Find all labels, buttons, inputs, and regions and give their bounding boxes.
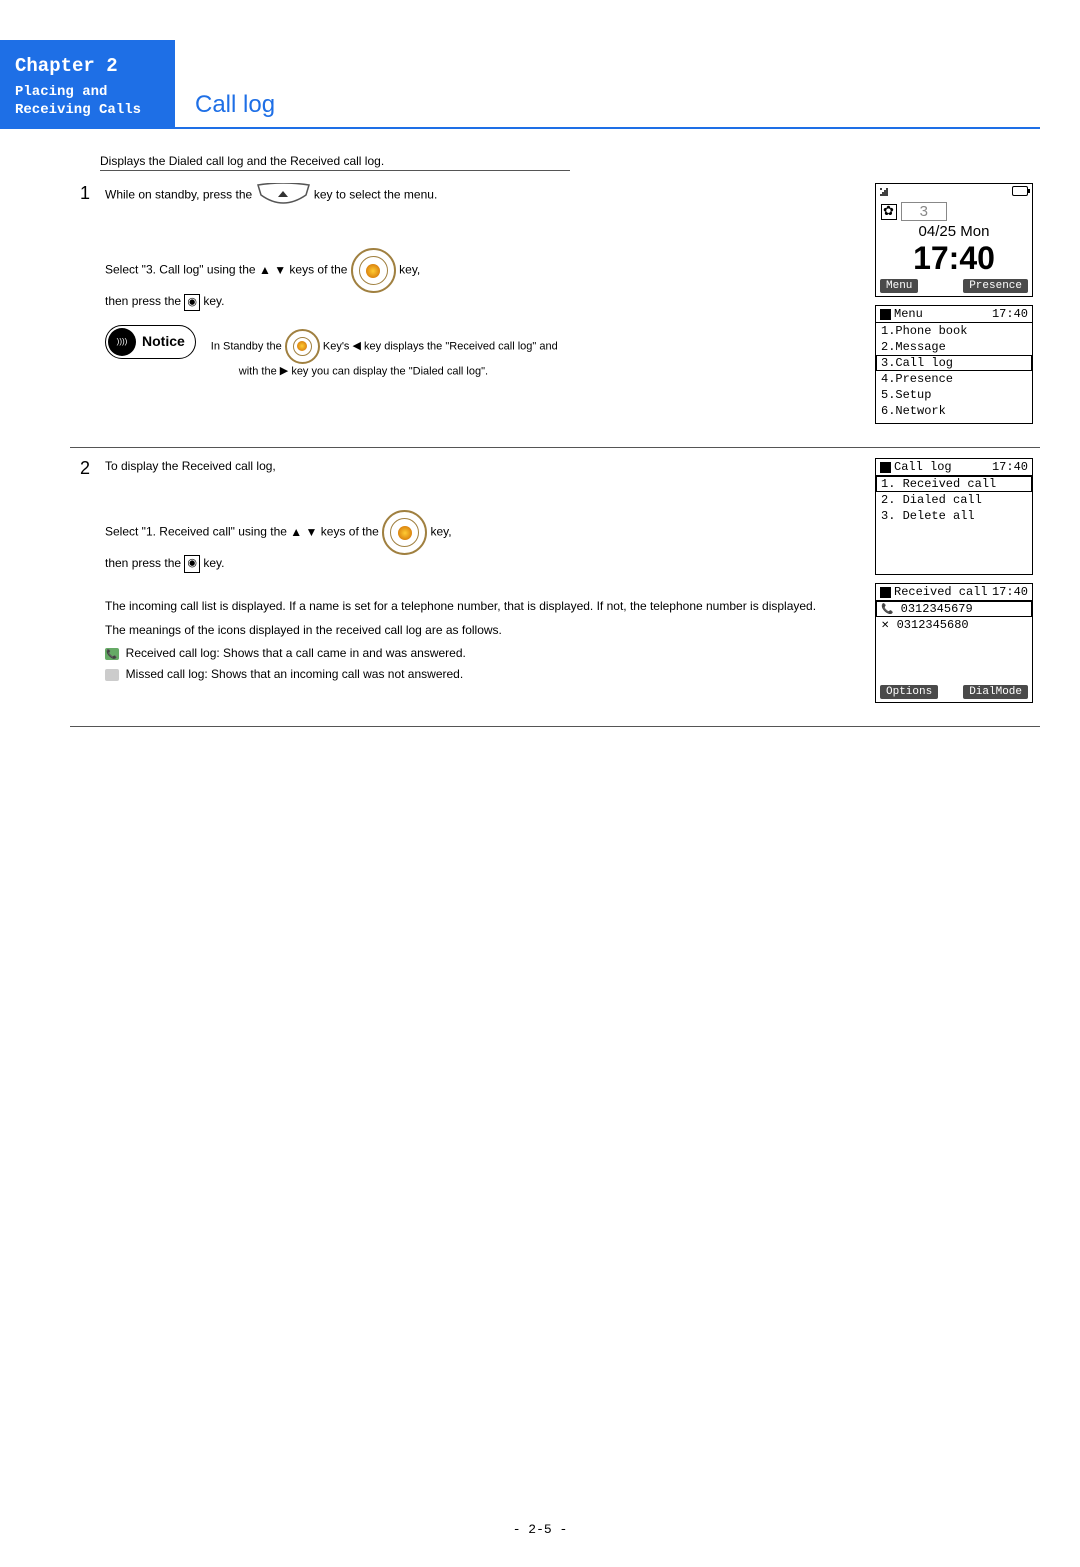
notice-text: key you can display the "Dialed call log… bbox=[291, 366, 488, 378]
left-triangle-icon: ◀ bbox=[353, 339, 361, 354]
menu-item: 4.Presence bbox=[876, 371, 1032, 387]
down-key-icon bbox=[256, 183, 311, 208]
step2-text: key. bbox=[203, 556, 224, 570]
center-key-icon: ◉ bbox=[184, 294, 200, 311]
page-number: - 2-5 - bbox=[0, 1522, 1080, 1537]
chapter-title: Chapter 2 bbox=[15, 55, 150, 77]
softkey-dialmode: DialMode bbox=[963, 685, 1028, 699]
intro-text: Displays the Dialed call log and the Rec… bbox=[100, 154, 570, 171]
step1-text: key to select the menu. bbox=[314, 188, 437, 202]
menu-title: Menu bbox=[894, 307, 923, 321]
received-call-icon: 📞 bbox=[105, 648, 119, 660]
menu-item-selected: 1. Received call bbox=[876, 476, 1032, 492]
step1-text: key. bbox=[203, 294, 224, 308]
keypad-icon bbox=[382, 510, 427, 555]
step2-para: The incoming call list is displayed. If … bbox=[105, 598, 860, 615]
down-triangle-icon: ▼ bbox=[306, 524, 318, 541]
section-title-bar: Call log bbox=[175, 40, 1040, 129]
menu-time: 17:40 bbox=[992, 307, 1028, 321]
notice-text: with the bbox=[239, 366, 277, 378]
step-1-row: 1 While on standby, press the key to sel… bbox=[70, 173, 1040, 448]
notice-icon: )))) bbox=[108, 328, 136, 356]
up-triangle-icon: ▲ bbox=[290, 524, 302, 541]
step2-text: then press the bbox=[105, 556, 181, 570]
step2-text: Select "1. Received call" using the bbox=[105, 525, 287, 539]
screen-title: Received call bbox=[894, 585, 988, 599]
chapter-header-block: Chapter 2 Placing and Receiving Calls bbox=[0, 40, 175, 129]
menu-item: 6.Network bbox=[876, 403, 1032, 419]
gear-icon bbox=[881, 204, 897, 220]
step-number: 2 bbox=[70, 448, 100, 726]
step-number: 1 bbox=[70, 173, 100, 447]
step1-text: Select "3. Call log" using the bbox=[105, 263, 256, 277]
step1-text: While on standby, press the bbox=[105, 188, 252, 202]
step1-text: key, bbox=[399, 263, 420, 277]
step1-text: keys of the bbox=[289, 263, 347, 277]
step2-para: The meanings of the icons displayed in t… bbox=[105, 622, 860, 639]
softkey-menu: Menu bbox=[880, 279, 918, 293]
badge-number: 3 bbox=[901, 202, 947, 221]
step2-text: key, bbox=[430, 525, 451, 539]
calllog-screen: Call log 17:40 1. Received call 2. Diale… bbox=[875, 458, 1033, 575]
center-key-icon: ◉ bbox=[184, 555, 200, 572]
menu-item: 5.Setup bbox=[876, 387, 1032, 403]
keypad-icon bbox=[351, 248, 396, 293]
notice-text: Key's bbox=[323, 340, 350, 352]
menu-item: 1.Phone book bbox=[876, 323, 1032, 339]
bullet-text: Received call log: Shows that a call cam… bbox=[126, 646, 466, 660]
battery-icon bbox=[1012, 186, 1028, 196]
missed-call-icon bbox=[105, 669, 119, 681]
up-triangle-icon: ▲ bbox=[259, 262, 271, 279]
date-text: 04/25 Mon bbox=[876, 223, 1032, 240]
step2-text: keys of the bbox=[321, 525, 379, 539]
notice-text: key displays the "Received call log" and bbox=[364, 340, 558, 352]
bullet-text: Missed call log: Shows that an incoming … bbox=[126, 667, 464, 681]
list-item: ✕ 0312345680 bbox=[876, 617, 1032, 633]
step1-text: then press the bbox=[105, 294, 181, 308]
list-item-selected: 📞 0312345679 bbox=[876, 601, 1032, 617]
keypad-icon bbox=[285, 329, 320, 364]
menu-item: 2.Message bbox=[876, 339, 1032, 355]
notice-label: Notice bbox=[142, 332, 185, 352]
screen-time: 17:40 bbox=[992, 460, 1028, 474]
section-title: Call log bbox=[195, 91, 275, 119]
step2-text: To display the Received call log, bbox=[105, 458, 860, 475]
menu-screen: Menu 17:40 1.Phone book 2.Message 3.Call… bbox=[875, 305, 1033, 424]
menu-item: 3. Delete all bbox=[876, 508, 1032, 524]
screen-time: 17:40 bbox=[992, 585, 1028, 599]
screen-title: Call log bbox=[894, 460, 952, 474]
softkey-options: Options bbox=[880, 685, 938, 699]
menu-item-selected: 3.Call log bbox=[876, 355, 1032, 371]
notice-badge: )))) Notice bbox=[105, 325, 196, 359]
right-triangle-icon: ▶ bbox=[280, 364, 288, 379]
step-2-row: 2 To display the Received call log, Sele… bbox=[70, 448, 1040, 727]
menu-item: 2. Dialed call bbox=[876, 492, 1032, 508]
standby-screen: 3 04/25 Mon 17:40 Menu Presence bbox=[875, 183, 1033, 297]
time-text: 17:40 bbox=[876, 240, 1032, 277]
softkey-presence: Presence bbox=[963, 279, 1028, 293]
down-triangle-icon: ▼ bbox=[274, 262, 286, 279]
chapter-subtitle: Placing and Receiving Calls bbox=[15, 83, 150, 119]
notice-text: In Standby the bbox=[211, 340, 282, 352]
received-screen: Received call 17:40 📞 0312345679 ✕ 03123… bbox=[875, 583, 1033, 703]
signal-icon bbox=[880, 186, 892, 198]
